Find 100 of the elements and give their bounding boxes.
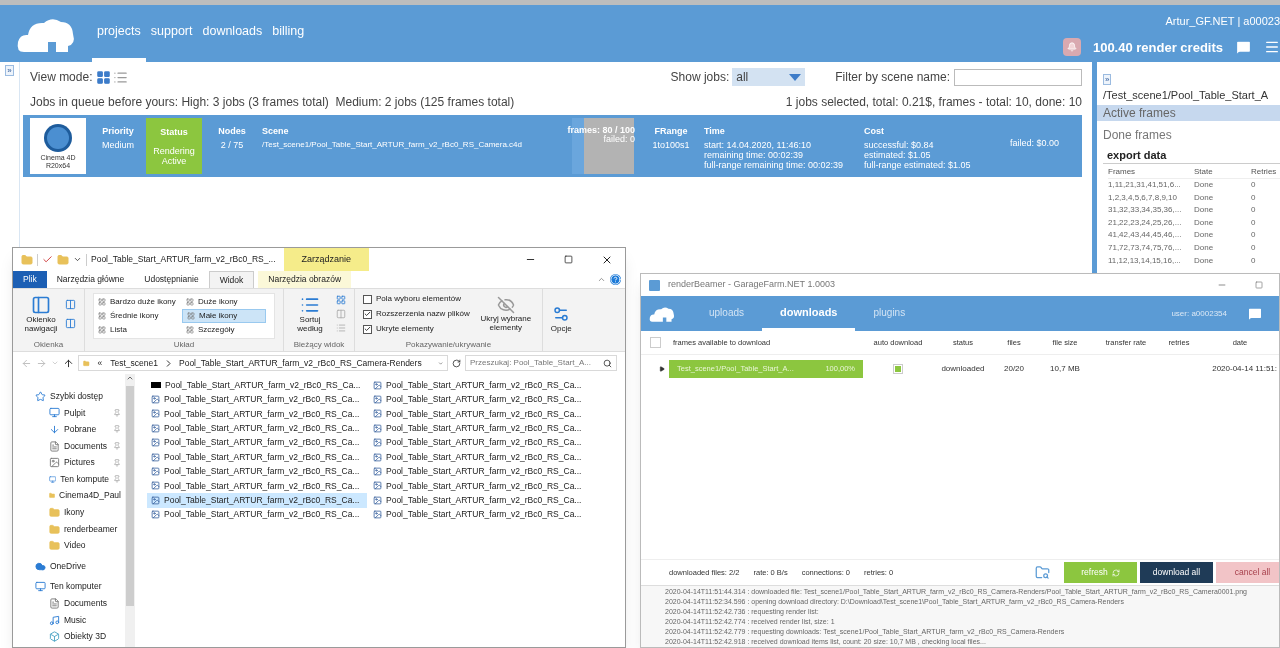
nav-tree-item[interactable]: Szybki dostęp bbox=[50, 389, 103, 403]
checkbox[interactable] bbox=[363, 324, 372, 334]
group-by-icon[interactable] bbox=[336, 295, 346, 305]
address-bar[interactable]: « Test_scene1 Pool_Table_Start_ARTUR_farm_v2_rBc0_RS_Camera-Renders bbox=[78, 355, 448, 371]
chat-icon[interactable] bbox=[1247, 305, 1263, 322]
nav-tree-item[interactable]: Cinema4D_Paul bbox=[59, 489, 121, 503]
ribbon-tab[interactable]: Narzędzia główne bbox=[46, 271, 135, 288]
file-item[interactable]: Pool_Table_Start_ARTUR_farm_v2_rBc0_RS_Ca... bbox=[369, 435, 589, 450]
nav-tree-item[interactable]: Documents bbox=[64, 439, 107, 453]
maximize-icon[interactable] bbox=[564, 255, 573, 264]
file-item[interactable]: Pool_Table_Start_ARTUR_farm_v2_rBc0_RS_Ca... bbox=[369, 464, 589, 479]
nav-tree-item[interactable]: Obiekty 3D bbox=[64, 630, 107, 643]
sort-button[interactable]: Sortuj według bbox=[292, 295, 328, 333]
layout-option[interactable]: Szczegóły bbox=[182, 323, 266, 337]
layout-option[interactable]: Duże ikony bbox=[182, 295, 266, 309]
expand-toggle[interactable]: » bbox=[1103, 74, 1112, 85]
expand-toggle[interactable]: » bbox=[5, 65, 14, 76]
checkmark-icon[interactable] bbox=[42, 254, 53, 265]
nav-tree-item[interactable]: Pobrane bbox=[64, 423, 97, 436]
file-item[interactable]: Pool_Table_Start_ARTUR_farm_v2_rBc0_RS_Ca... bbox=[369, 392, 589, 407]
file-item[interactable]: Pool_Table_Start_ARTUR_farm_v2_rBc0_RS_Ca... bbox=[369, 421, 589, 436]
file-item[interactable]: Pool_Table_Start_ARTUR_farm_v2_rBc0_RS_Ca... bbox=[147, 392, 367, 407]
checkbox[interactable] bbox=[363, 309, 372, 319]
grid-view-icon[interactable] bbox=[96, 69, 112, 85]
nav-tree-item[interactable]: Ikony bbox=[64, 506, 85, 519]
nav-tree-item[interactable]: Ten komputer bbox=[50, 580, 102, 594]
layout-option[interactable]: Bardzo duże ikony bbox=[94, 295, 178, 309]
ribbon-tab[interactable]: Narzędzia obrazów bbox=[258, 271, 352, 288]
file-item[interactable]: Pool_Table_Start_ARTUR_farm_v2_rBc0_RS_Ca... bbox=[369, 450, 589, 465]
file-item[interactable]: Pool_Table_Start_ARTUR_farm_v2_rBc0_RS_Ca... bbox=[369, 478, 589, 494]
folder-search-icon[interactable] bbox=[1035, 565, 1050, 580]
nav-tree-item[interactable]: renderbeamer bbox=[64, 522, 118, 536]
maximize-icon[interactable] bbox=[1255, 281, 1263, 289]
scrollbar[interactable] bbox=[125, 374, 135, 647]
search-field[interactable]: Przeszukaj: Pool_Table_Start_A... bbox=[465, 355, 617, 371]
file-item[interactable]: Pool_Table_Start_ARTUR_farm_v2_rBc0_RS_Ca... bbox=[147, 406, 367, 422]
file-item[interactable]: Pool_Table_Start_ARTUR_farm_v2_rBc0_RS_Ca... bbox=[369, 493, 589, 508]
file-item[interactable]: Pool_Table_Start_ARTUR_farm_v2_rBc0_RS_Ca... bbox=[147, 421, 367, 436]
file-item[interactable]: Pool_Table_Start_ARTUR_farm_v2_rBc0_RS_Ca... bbox=[147, 493, 367, 508]
hide-selected-button[interactable]: Ukryj wybrane elementy bbox=[477, 296, 534, 332]
checkbox-label: Ukryte elementy bbox=[376, 323, 434, 335]
refresh-icon[interactable] bbox=[452, 358, 461, 368]
nav-tree-item[interactable]: Documents bbox=[64, 597, 107, 610]
filter-label: Filter by scene name: bbox=[835, 69, 950, 86]
folder-icon[interactable] bbox=[21, 253, 33, 266]
layout-option[interactable]: Lista bbox=[94, 323, 178, 337]
nav-tree-item[interactable]: Ten kompute bbox=[60, 472, 109, 486]
file-item[interactable]: Pool_Table_Start_ARTUR_farm_v2_rBc0_RS_Ca... bbox=[147, 507, 367, 522]
navigation-pane-button[interactable]: Okienko nawigacji bbox=[21, 295, 61, 333]
ribbon-tab[interactable]: Udostępnianie bbox=[134, 271, 209, 288]
scene-filter-field[interactable] bbox=[954, 68, 1082, 86]
checkbox[interactable] bbox=[363, 294, 372, 304]
file-item[interactable]: Pool_Table_Start_ARTUR_farm_v2_rBc0_RS_Ca... bbox=[147, 378, 367, 393]
nav-tree-item[interactable]: Pictures bbox=[64, 456, 95, 470]
chat-icon[interactable] bbox=[1235, 38, 1252, 56]
image-file-icon bbox=[151, 423, 160, 433]
breadcrumb-link[interactable]: Test_scene1 bbox=[110, 356, 158, 370]
nav-tree-item[interactable]: Pulpit bbox=[64, 406, 86, 420]
nav-tree-item[interactable]: OneDrive bbox=[50, 559, 86, 573]
pane-icon[interactable] bbox=[65, 299, 76, 310]
file-name: Pool_Table_Start_ARTUR_farm_v2_rBc0_RS_Ca... bbox=[164, 450, 360, 464]
options-button[interactable]: Opcje bbox=[550, 305, 572, 335]
expand-arrow-icon[interactable] bbox=[659, 366, 665, 372]
frames-list-tab[interactable]: Done frames bbox=[1097, 127, 1280, 143]
ribbon-tab[interactable]: Plik bbox=[13, 271, 47, 288]
breadcrumb-link[interactable]: Pool_Table_Start_ARTUR_farm_v2_rBc0_RS_Camera-Renders bbox=[179, 356, 422, 370]
select-all-checkbox[interactable] bbox=[649, 337, 661, 348]
up-icon[interactable] bbox=[63, 357, 74, 369]
ribbon-tab[interactable]: Widok bbox=[208, 271, 255, 288]
scroll-up-icon[interactable] bbox=[126, 374, 134, 382]
nav-tree-item[interactable]: Music bbox=[64, 613, 87, 627]
caret-icon[interactable] bbox=[73, 255, 82, 264]
primary-button[interactable]: download all bbox=[1140, 562, 1213, 583]
layout-option[interactable]: Małe ikony bbox=[182, 309, 266, 323]
file-name: Pool_Table_Start_ARTUR_farm_v2_rBc0_RS_Ca... bbox=[386, 378, 582, 392]
forward-icon[interactable] bbox=[36, 357, 47, 369]
file-item[interactable]: Pool_Table_Start_ARTUR_farm_v2_rBc0_RS_Ca... bbox=[369, 378, 589, 393]
notification-button[interactable] bbox=[1062, 38, 1081, 57]
help-icon[interactable] bbox=[610, 274, 621, 285]
frames-list-tab[interactable]: Active frames bbox=[1097, 105, 1280, 121]
pane-icon[interactable] bbox=[65, 318, 76, 329]
columns-icon[interactable] bbox=[336, 309, 346, 319]
layout-option[interactable]: Średnie ikony bbox=[94, 309, 178, 323]
job-row[interactable] bbox=[23, 115, 1082, 177]
show-jobs-select[interactable]: all bbox=[732, 68, 806, 86]
nav-tree-item[interactable]: Video bbox=[64, 539, 86, 552]
file-name: Pool_Table_Start_ARTUR_farm_v2_rBc0_RS_Ca... bbox=[386, 450, 582, 464]
file-item[interactable]: Pool_Table_Start_ARTUR_farm_v2_rBc0_RS_Ca... bbox=[369, 507, 589, 522]
file-item[interactable]: Pool_Table_Start_ARTUR_farm_v2_rBc0_RS_Ca... bbox=[147, 464, 367, 479]
list-view-icon[interactable] bbox=[113, 69, 129, 85]
collapse-icon[interactable] bbox=[597, 275, 606, 284]
file-item[interactable]: Pool_Table_Start_ARTUR_farm_v2_rBc0_RS_Ca... bbox=[147, 450, 367, 465]
auto-download-checkbox[interactable] bbox=[893, 364, 903, 374]
file-item[interactable]: Pool_Table_Start_ARTUR_farm_v2_rBc0_RS_Ca... bbox=[369, 406, 589, 422]
file-item[interactable]: Pool_Table_Start_ARTUR_farm_v2_rBc0_RS_Ca... bbox=[147, 478, 367, 494]
back-icon[interactable] bbox=[21, 357, 32, 369]
image-file-icon bbox=[373, 395, 382, 405]
options-icon bbox=[552, 305, 571, 323]
file-item[interactable]: Pool_Table_Start_ARTUR_farm_v2_rBc0_RS_Ca... bbox=[147, 435, 367, 450]
download-icon bbox=[49, 424, 60, 435]
